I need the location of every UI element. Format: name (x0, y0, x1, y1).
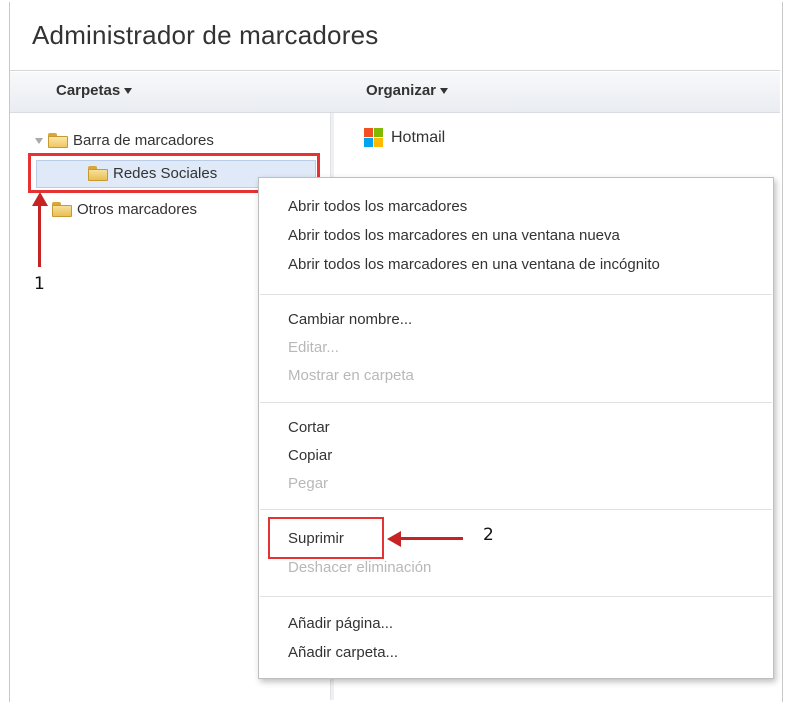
expand-arrow-icon[interactable] (35, 137, 43, 144)
menu-item-undo-delete: Deshacer eliminación (288, 559, 432, 576)
menu-item-rename[interactable]: Cambiar nombre... (288, 311, 412, 328)
list-item-hotmail[interactable]: Hotmail (364, 128, 445, 147)
menu-item-open-all-incognito[interactable]: Abrir todos los marcadores en una ventan… (288, 256, 660, 273)
list-item-label: Hotmail (391, 128, 446, 146)
step-number-2: 2 (483, 525, 494, 545)
tree-item-bookmarks-bar[interactable]: Barra de marcadores (35, 132, 214, 149)
menu-item-open-all[interactable]: Abrir todos los marcadores (288, 198, 467, 215)
menu-item-add-folder[interactable]: Añadir carpeta... (288, 644, 398, 661)
header-divider (10, 70, 780, 71)
arrow-left-shaft (399, 537, 463, 540)
menu-item-copy[interactable]: Copiar (288, 447, 332, 464)
tree-item-other-bookmarks[interactable]: Otros marcadores (52, 201, 197, 218)
microsoft-logo-icon (364, 128, 383, 147)
folders-menu-label: Carpetas (56, 82, 121, 99)
highlight-box-step2 (268, 517, 384, 559)
folder-icon (52, 202, 72, 217)
menu-separator (260, 596, 772, 597)
step-number-1: 1 (34, 274, 45, 294)
tree-item-label: Otros marcadores (77, 201, 198, 218)
folders-menu-button[interactable]: Carpetas (56, 82, 133, 99)
menu-item-open-all-new-window[interactable]: Abrir todos los marcadores en una ventan… (288, 227, 620, 244)
menu-item-cut[interactable]: Cortar (288, 419, 330, 436)
menu-separator (260, 294, 772, 295)
menu-separator (260, 509, 772, 510)
organize-menu-label: Organizar (366, 82, 437, 99)
page-title: Administrador de marcadores (32, 20, 379, 50)
menu-item-edit: Editar... (288, 339, 339, 356)
folder-open-icon (48, 133, 68, 148)
tree-item-label: Barra de marcadores (73, 132, 214, 149)
menu-separator (260, 402, 772, 403)
column-header-bar: Carpetas Organizar (10, 72, 780, 113)
caret-down-icon (440, 88, 449, 95)
context-menu: Abrir todos los marcadores Abrir todos l… (258, 177, 774, 679)
organize-menu-button[interactable]: Organizar (366, 82, 449, 99)
caret-down-icon (124, 88, 133, 95)
menu-item-paste: Pegar (288, 475, 329, 492)
arrow-up-shaft (38, 202, 41, 267)
menu-item-add-page[interactable]: Añadir página... (288, 615, 393, 632)
menu-item-show-in-folder: Mostrar en carpeta (288, 367, 414, 384)
